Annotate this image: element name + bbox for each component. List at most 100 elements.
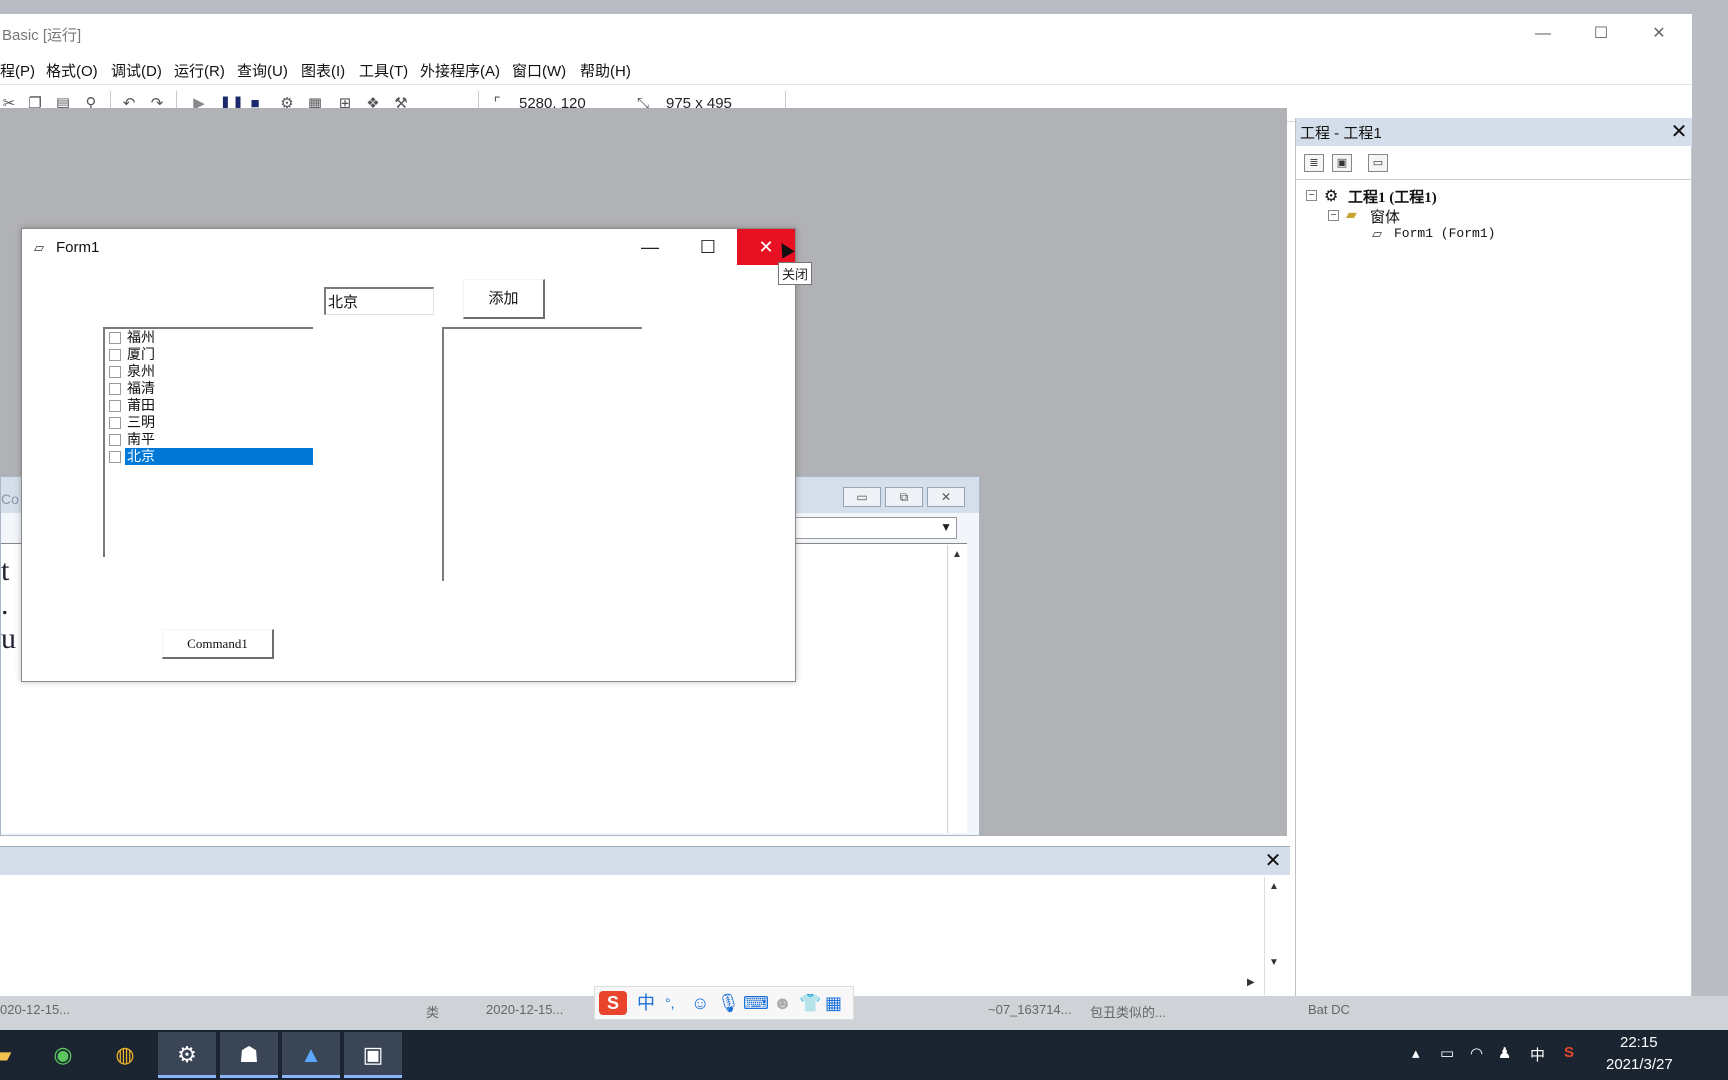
meeting-app-icon[interactable]: ▲ [282,1032,340,1078]
collapse-icon[interactable]: − [1306,190,1317,201]
qq-icon[interactable]: ♟ [1498,1044,1511,1062]
project-explorer-title: 工程 - 工程1 [1300,125,1382,142]
shirt-icon[interactable]: 👕 [799,991,821,1015]
vb6-taskbar-icon[interactable]: ▣ [344,1032,402,1078]
code-text-fragment: . [1,588,9,621]
checkbox[interactable] [109,417,121,429]
tree-project-node[interactable]: 工程1 (工程1) [1348,186,1437,207]
code-window-minimize-button[interactable]: ▭ [843,487,881,507]
ide-title: Basic [运行] [2,27,82,44]
menu-project[interactable]: 程(P) [0,60,35,81]
project-explorer-toolbar: ≣ ▣ ▭ [1296,148,1692,180]
form1-title-bar[interactable]: ▱ Form1 — ☐ ✕ [22,229,795,265]
ide-minimize-button[interactable]: — [1520,20,1566,48]
scroll-right-icon[interactable]: ▶ [1247,977,1255,988]
immediate-window-title-bar[interactable]: ✕ [0,847,1290,875]
chrome-icon[interactable]: ◍ [96,1032,154,1078]
clock-date[interactable]: 2021/3/27 [1606,1056,1673,1073]
form1-title: Form1 [56,239,100,256]
checkbox[interactable] [109,451,121,463]
desktop-background-strip: 020-12-15... 类 2020-12-15... ~07_163714.… [0,996,1728,1030]
checkbox[interactable] [109,434,121,446]
ime-punct-toggle[interactable]: °, [665,991,675,1015]
collapse-icon[interactable]: − [1328,210,1339,221]
menu-addins[interactable]: 外接程序(A) [420,60,500,81]
project-explorer-title-bar[interactable]: 工程 - 工程1 ✕ [1296,118,1692,146]
menu-run[interactable]: 运行(R) [174,60,225,81]
folder-icon: ▰ [1346,206,1357,222]
game-app-icon[interactable]: ☗ [220,1032,278,1078]
grid-icon[interactable]: ▦ [825,991,842,1015]
ide-maximize-button[interactable]: ☐ [1578,20,1624,48]
list-item[interactable]: 南平 [107,431,313,448]
code-window-close-button[interactable]: ✕ [927,487,965,507]
code-window-restore-button[interactable]: ⧉ [885,487,923,507]
code-vertical-scrollbar[interactable]: ▲ [947,545,967,833]
menu-window[interactable]: 窗口(W) [512,60,566,81]
tree-form-node[interactable]: Form1 (Form1) [1394,226,1495,241]
checkbox[interactable] [109,366,121,378]
battery-icon[interactable]: ▭ [1440,1044,1454,1062]
tray-expand-icon[interactable]: ▴ [1412,1044,1420,1062]
sogou-tray-icon[interactable]: S [1564,1044,1574,1061]
list-item-selected[interactable]: 北京 [107,448,313,465]
keyboard-icon[interactable]: ⌨ [743,991,769,1015]
scroll-up-icon[interactable]: ▲ [952,549,962,560]
immediate-vertical-scrollbar[interactable]: ▲ ▼ ▶ [1247,877,1284,995]
file-explorer-icon[interactable]: ▰ [0,1032,32,1078]
menu-query[interactable]: 查询(U) [237,60,288,81]
city-checkbox-list[interactable]: 福州 厦门 泉州 福清 莆田 三明 南平 北京 [103,327,313,557]
code-window-title: Co [1,491,19,507]
form1-window[interactable]: ▱ Form1 — ☐ ✕ 添加 福州 厦门 泉州 福清 莆田 三明 南平 北京… [21,228,796,682]
ide-close-button[interactable]: ✕ [1636,20,1682,48]
taskbar: ▰ ◉ ◍ ⚙ ☗ ▲ ▣ ▴ ▭ ◠ ♟ 中 S 22:15 2021/3/2… [0,1030,1728,1080]
view-code-icon[interactable]: ≣ [1304,154,1324,172]
menu-help[interactable]: 帮助(H) [580,60,631,81]
scroll-down-icon[interactable]: ▼ [1269,957,1279,968]
procedure-combo[interactable]: ▼ [781,517,957,539]
wifi-icon[interactable]: ◠ [1470,1044,1483,1062]
scroll-up-icon[interactable]: ▲ [1269,881,1279,892]
settings-icon[interactable]: ⚙ [158,1032,216,1078]
list-item-label: 福州 [127,329,155,345]
browser-360-icon[interactable]: ◉ [34,1032,92,1078]
add-button[interactable]: 添加 [463,279,545,319]
checkbox[interactable] [109,332,121,344]
ime-mode-toggle[interactable]: 中 [637,991,655,1015]
mic-icon[interactable]: 🎙 [717,991,740,1015]
menu-tools[interactable]: 工具(T) [359,60,408,81]
list-item[interactable]: 泉州 [107,363,313,380]
tree-folder-node[interactable]: 窗体 [1370,206,1400,227]
checkbox[interactable] [109,400,121,412]
clock-time[interactable]: 22:15 [1620,1034,1658,1051]
menu-diagram[interactable]: 图表(I) [301,60,345,81]
toggle-folders-icon[interactable]: ▭ [1368,154,1388,172]
command1-button[interactable]: Command1 [162,629,274,659]
ime-toolbar[interactable]: S 中 °, ☺ 🎙 ⌨ ☻ 👕 ▦ [594,986,854,1020]
menu-format[interactable]: 格式(O) [46,60,98,81]
list-item[interactable]: 莆田 [107,397,313,414]
list-item-label: 莆田 [127,397,155,413]
menu-debug[interactable]: 调试(D) [111,60,162,81]
result-list[interactable] [442,327,642,581]
checkbox[interactable] [109,349,121,361]
list-item[interactable]: 三明 [107,414,313,431]
chevron-down-icon[interactable]: ▼ [940,520,952,534]
menu-bar: 程(P) 格式(O) 调试(D) 运行(R) 查询(U) 图表(I) 工具(T)… [0,54,1692,84]
tray-language[interactable]: 中 [1530,1044,1545,1065]
ide-title-bar[interactable]: Basic [运行] — ☐ ✕ [0,14,1692,54]
emoji-icon[interactable]: ☺ [691,991,709,1015]
city-text-input[interactable] [324,287,434,315]
sogou-logo-icon[interactable]: S [599,991,627,1015]
immediate-window-close-button[interactable]: ✕ [1262,850,1284,872]
form1-maximize-button[interactable]: ☐ [679,229,737,265]
project-explorer-close-button[interactable]: ✕ [1668,121,1690,143]
checkbox[interactable] [109,383,121,395]
form1-minimize-button[interactable]: — [621,229,679,265]
immediate-window[interactable]: ✕ ▲ ▼ ▶ [0,846,1290,996]
list-item[interactable]: 厦门 [107,346,313,363]
view-object-icon[interactable]: ▣ [1332,154,1352,172]
list-item[interactable]: 福州 [107,329,313,346]
list-item[interactable]: 福清 [107,380,313,397]
user-icon[interactable]: ☻ [773,991,792,1015]
